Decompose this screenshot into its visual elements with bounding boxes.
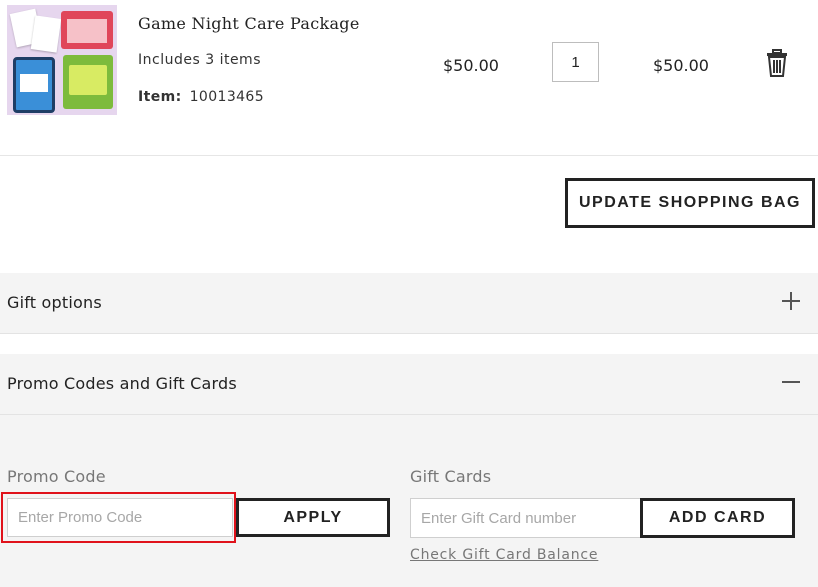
gift-card-input[interactable] [410, 498, 642, 538]
product-includes: Includes 3 items [138, 52, 261, 68]
product-thumbnail[interactable] [7, 5, 117, 115]
unit-price: $50.00 [443, 56, 499, 75]
update-shopping-bag-button[interactable]: UPDATE SHOPPING BAG [565, 178, 815, 228]
promo-codes-accordion[interactable]: Promo Codes and Gift Cards [0, 354, 818, 415]
accordion-title: Promo Codes and Gift Cards [7, 374, 237, 393]
gift-cards-label: Gift Cards [410, 467, 492, 486]
promo-code-label: Promo Code [7, 467, 106, 486]
check-gift-card-balance-link[interactable]: Check Gift Card Balance [410, 547, 598, 563]
minus-icon[interactable] [782, 373, 800, 391]
item-number: 10013465 [189, 89, 265, 105]
add-card-button[interactable]: ADD CARD [640, 498, 795, 538]
item-label: Item: [138, 89, 182, 105]
product-image-phone [13, 57, 55, 113]
product-name[interactable]: Game Night Care Package [138, 14, 360, 33]
quantity-input[interactable] [552, 42, 599, 82]
plus-icon[interactable] [782, 292, 800, 310]
product-image-box [61, 11, 113, 49]
gift-options-accordion[interactable]: Gift options [0, 273, 818, 334]
product-image-box [63, 55, 113, 109]
apply-button[interactable]: APPLY [236, 498, 390, 537]
accordion-title: Gift options [7, 293, 102, 312]
trash-icon[interactable] [766, 49, 788, 77]
cart-line-item: Game Night Care Package Includes 3 items… [0, 0, 818, 156]
product-image-card [30, 15, 62, 53]
line-subtotal: $50.00 [653, 56, 709, 75]
promo-code-input[interactable] [7, 498, 233, 537]
product-item-number: Item: 10013465 [138, 89, 264, 105]
